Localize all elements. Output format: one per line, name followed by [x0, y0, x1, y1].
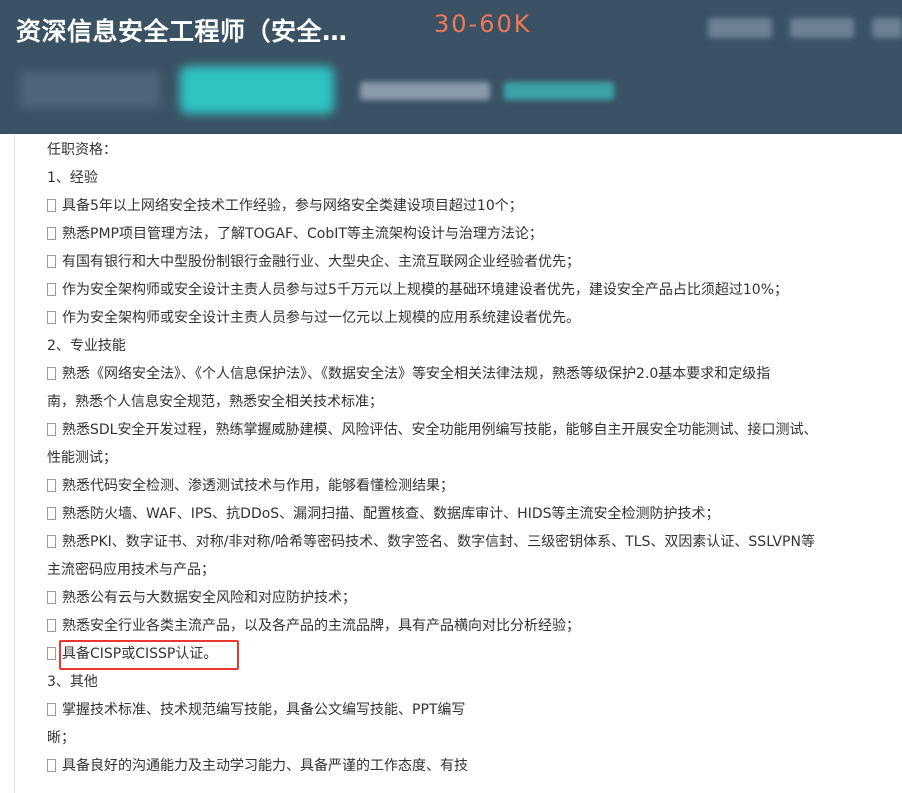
- list-item-continued: 主流密码应用技术与产品；: [47, 562, 215, 578]
- blurred-action-button[interactable]: [180, 66, 334, 114]
- bullet-icon: [47, 423, 56, 436]
- bullet-icon: [47, 199, 56, 212]
- bullet-icon: [47, 619, 56, 632]
- text-fade-overlay: [470, 690, 630, 793]
- list-item: 有国有银行和大中型股份制银行金融行业、大型央企、主流互联网企业经验者优先；: [47, 252, 580, 272]
- bullet-icon: [47, 479, 56, 492]
- blurred-header-info: [790, 18, 854, 38]
- bullet-icon: [47, 283, 56, 296]
- list-item: 熟悉公有云与大数据安全风险和对应防护技术；: [47, 588, 356, 608]
- list-item: 具备良好的沟通能力及主动学习能力、具备严谨的工作态度、有技: [47, 756, 468, 776]
- bullet-icon: [47, 311, 56, 324]
- bullet-icon: [47, 255, 56, 268]
- bullet-icon: [47, 227, 56, 240]
- list-item-continued: 性能测试；: [47, 450, 117, 466]
- list-item: 熟悉PMP项目管理方法，了解TOGAF、CobIT等主流架构设计与治理方法论；: [47, 224, 543, 244]
- list-item: 熟悉《网络安全法》、《个人信息保护法》、《数据安全法》等安全相关法律法规，熟悉等…: [47, 364, 770, 384]
- bullet-icon: [47, 367, 56, 380]
- blurred-header-info: [708, 18, 772, 38]
- list-item: 熟悉防火墙、WAF、IPS、抗DDoS、漏洞扫描、配置核查、数据库审计、HIDS…: [47, 504, 720, 524]
- job-title: 资深信息安全工程师（安全…: [16, 17, 348, 46]
- job-header: 资深信息安全工程师（安全… 30-60K: [0, 0, 902, 134]
- blurred-link[interactable]: [504, 82, 614, 100]
- list-item: 具备5年以上网络安全技术工作经验，参与网络安全类建设项目超过10个；: [47, 196, 523, 216]
- bullet-icon: [47, 535, 56, 548]
- blurred-company-info: [20, 72, 160, 108]
- section-title: 3、其他: [47, 674, 98, 690]
- list-item-continued: 南，熟悉个人信息安全规范，熟悉安全相关技术标准；: [47, 394, 383, 410]
- section-title: 2、专业技能: [47, 338, 126, 354]
- list-item: 掌握技术标准、技术规范编写技能，具备公文编写技能、PPT编写: [47, 700, 465, 720]
- bullet-icon: [47, 647, 56, 660]
- section-title: 1、经验: [47, 170, 98, 186]
- blurred-meta-info: [360, 82, 490, 100]
- list-item: 熟悉代码安全检测、渗透测试技术与作用，能够看懂检测结果；: [47, 476, 454, 496]
- list-item: 作为安全架构师或安全设计主责人员参与过5千万元以上规模的基础环境建设者优先，建设…: [47, 280, 788, 300]
- red-highlight-box: [59, 640, 239, 670]
- list-item: 熟悉安全行业各类主流产品，以及各产品的主流品牌，具有产品横向对比分析经验；: [47, 616, 580, 636]
- requirements-heading: 任职资格：: [47, 142, 117, 158]
- bullet-icon: [47, 703, 56, 716]
- job-description: 任职资格： 1、经验 具备5年以上网络安全技术工作经验，参与网络安全类建设项目超…: [14, 134, 902, 793]
- list-item: 熟悉PKI、数字证书、对称/非对称/哈希等密码技术、数字签名、数字信封、三级密钥…: [47, 532, 815, 552]
- salary: 30-60K: [434, 10, 532, 38]
- bullet-icon: [47, 759, 56, 772]
- blurred-header-info: [872, 18, 902, 38]
- bullet-icon: [47, 507, 56, 520]
- bullet-icon: [47, 591, 56, 604]
- list-item: 作为安全架构师或安全设计主责人员参与过一亿元以上规模的应用系统建设者优先。: [47, 308, 580, 328]
- list-item: 熟悉SDL安全开发过程，熟练掌握威胁建模、风险评估、安全功能用例编写技能，能够自…: [47, 420, 817, 440]
- list-item-continued: 晰；: [47, 730, 75, 746]
